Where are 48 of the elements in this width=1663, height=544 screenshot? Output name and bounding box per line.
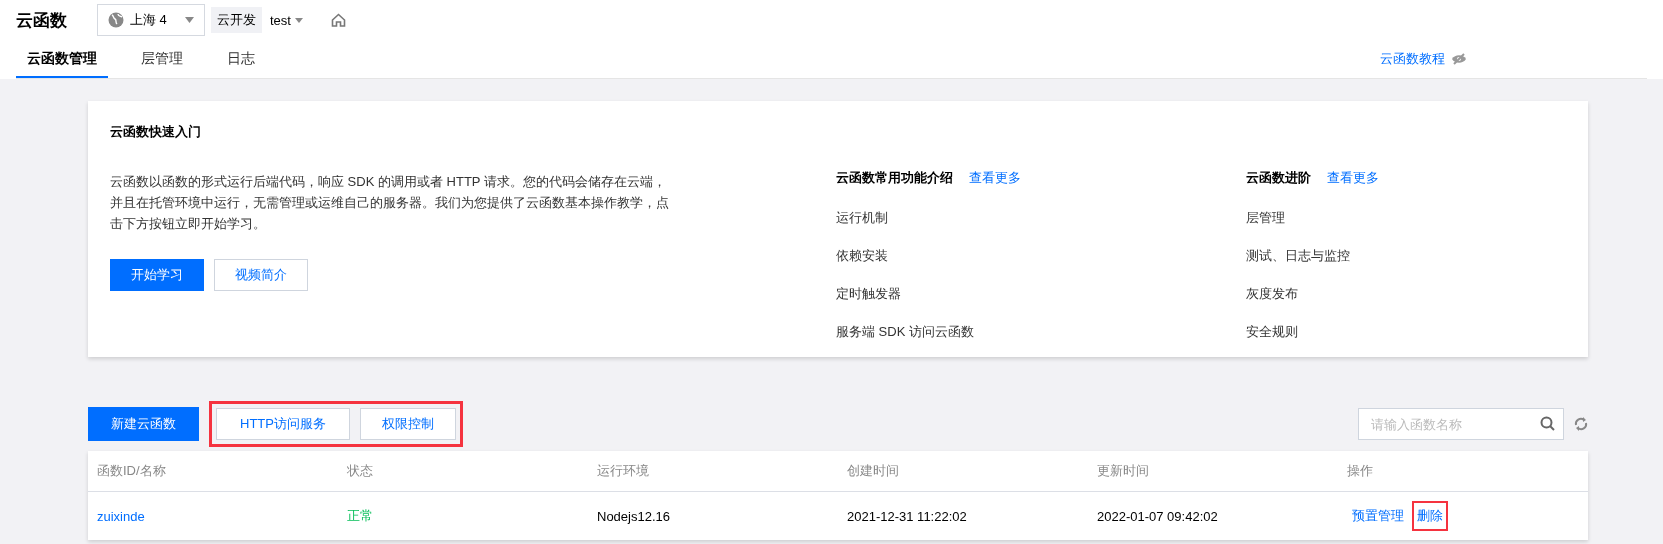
table-cell-text: 2021-12-31 11:22:02: [846, 508, 968, 524]
search-icon[interactable]: [1540, 416, 1555, 431]
tab[interactable]: 层管理: [130, 50, 194, 78]
toolbar-button[interactable]: HTTP访问服务: [216, 408, 350, 440]
feature-link[interactable]: 测试、日志与监控: [1246, 247, 1566, 265]
environment-tag: 云开发: [211, 7, 262, 33]
tutorial-link[interactable]: 云函数教程: [1380, 50, 1445, 68]
status-cell-text: 正常: [346, 507, 374, 525]
caret-icon: [185, 17, 194, 23]
feature-link[interactable]: 依赖安装: [836, 247, 1246, 265]
eye-off-icon[interactable]: [1451, 53, 1467, 65]
column-header: 状态: [346, 462, 374, 480]
description-text: 云函数以函数的形式运行后端代码，响应 SDK 的调用或者 HTTP 请求。您的代码会储存在云端，并且在托管环境中运行，无需管理或运维自己的服务器。我们为您提供了云函数基本操作教学，点击下方按钮立即开始学习。: [110, 173, 670, 233]
environment-select[interactable]: test: [270, 12, 303, 28]
column-header: 更新时间: [1096, 462, 1150, 480]
section-title: 云函数常用功能介绍: [836, 169, 953, 187]
start-button[interactable]: 开始学习: [110, 259, 204, 291]
feature-link[interactable]: 服务端 SDK 访问云函数: [836, 323, 1246, 341]
table-cell-text: 2022-01-07 09:42:02: [1096, 508, 1219, 524]
action-link[interactable]: 删除: [1412, 501, 1448, 531]
feature-link[interactable]: 层管理: [1246, 209, 1566, 227]
column-header: 函数ID/名称: [96, 462, 167, 480]
action-link[interactable]: 预置管理: [1347, 501, 1409, 531]
column-header: 操作: [1346, 462, 1374, 480]
more-link[interactable]: 查看更多: [969, 169, 1021, 187]
more-link[interactable]: 查看更多: [1327, 169, 1379, 187]
feature-link[interactable]: 定时触发器: [836, 285, 1246, 303]
feature-link[interactable]: 灰度发布: [1246, 285, 1566, 303]
feature-link[interactable]: 运行机制: [836, 209, 1246, 227]
section-title: 云函数进阶: [1246, 169, 1311, 187]
feature-link[interactable]: 安全规则: [1246, 323, 1566, 341]
tab[interactable]: 日志: [216, 50, 266, 78]
tab[interactable]: 云函数管理: [16, 50, 108, 78]
caret-icon: [294, 17, 303, 23]
column-header: 运行环境: [596, 462, 650, 480]
home-icon[interactable]: [330, 13, 346, 27]
page-title: 云函数: [16, 9, 67, 32]
globe-icon: [108, 12, 124, 28]
table-cell-text: Nodejs12.16: [596, 508, 671, 524]
function-name-link[interactable]: zuixinde: [97, 508, 145, 524]
card-title: 云函数快速入门: [110, 123, 202, 141]
search-field[interactable]: 请输入函数名称: [1358, 408, 1564, 440]
toolbar-button[interactable]: 权限控制: [360, 408, 456, 440]
video-button[interactable]: 视频简介: [214, 259, 308, 291]
refresh-icon[interactable]: [1574, 416, 1588, 432]
region-select[interactable]: 上海 4: [97, 4, 205, 36]
column-header: 创建时间: [846, 462, 900, 480]
create-button[interactable]: 新建云函数: [88, 407, 199, 441]
